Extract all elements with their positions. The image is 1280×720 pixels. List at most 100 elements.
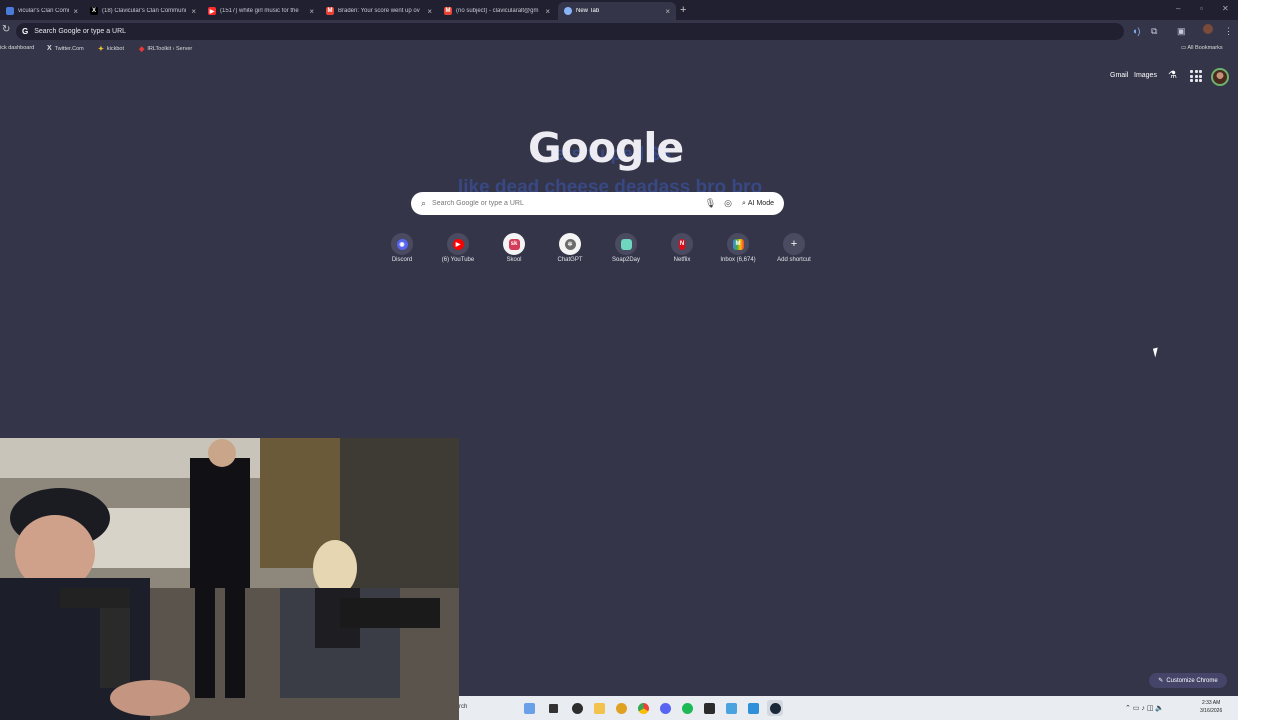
tab-x-clan-community[interactable]: X (18) Clavicular's Clan Communi × [84, 2, 202, 20]
gmail-link[interactable]: Gmail [1110, 72, 1128, 79]
steam-icon[interactable] [767, 700, 783, 716]
x-logo-icon: X [47, 45, 52, 52]
chrome-icon[interactable] [635, 700, 651, 716]
webcam-scene [0, 438, 459, 720]
kickbot-icon: ✦ [98, 46, 104, 53]
shortcut-label: Discord [391, 257, 413, 263]
shortcut-netflix[interactable]: N Netflix [654, 233, 710, 263]
address-bar[interactable]: G Search Google or type a URL [16, 23, 1124, 40]
tab-youtube-music[interactable]: ▶ (1517) white girl music for the × [202, 2, 320, 20]
labs-flask-icon[interactable]: ⚗ [1168, 70, 1177, 81]
close-icon[interactable]: × [427, 7, 432, 16]
bookmark-label: IRLToolkit › Server [147, 46, 193, 52]
folder-icon[interactable] [591, 700, 607, 716]
obs-icon[interactable] [569, 700, 585, 716]
address-bar-text[interactable]: Search Google or type a URL [34, 28, 126, 35]
bookmark-irltoolkit[interactable]: ◆ IRLToolkit › Server [139, 45, 192, 53]
tab-label: (18) Clavicular's Clan Communi [102, 8, 187, 14]
bookmark-label: ick dashboard [0, 45, 35, 51]
account-avatar[interactable] [1211, 68, 1229, 86]
audio-playing-icon[interactable]: ◖) [1132, 26, 1140, 36]
ai-mode-button[interactable]: ⌕ AI Mode [742, 200, 774, 208]
mouse-cursor-icon [1152, 347, 1161, 358]
customize-chrome-button[interactable]: ✎ Customize Chrome [1149, 673, 1227, 688]
tab-gmail-braden[interactable]: M Braden: Your score went up ov × [320, 2, 438, 20]
notepad-icon[interactable] [723, 700, 739, 716]
shortcut-skool[interactable]: sk Skool [486, 233, 542, 263]
shortcut-tile: + [783, 233, 805, 255]
reload-icon[interactable]: ↻ [2, 24, 10, 35]
tab-label: (1517) white girl music for the [220, 8, 299, 14]
youtube-icon: ▶ [452, 238, 464, 250]
shortcut-label: Skool [506, 257, 522, 263]
system-tray-icons[interactable]: ⌃ ▭ ♪ ◫ 🔈 [1125, 704, 1164, 712]
shortcut-label: ChatGPT [557, 257, 583, 263]
toolbar: ↻ G Search Google or type a URL ◖) ⧉ ▣ ⋮ [0, 20, 1238, 42]
new-tab-button[interactable]: + [680, 4, 686, 16]
google-g-icon: G [22, 27, 29, 36]
shortcut-add[interactable]: + Add shortcut [766, 233, 822, 263]
close-icon[interactable]: × [665, 7, 670, 16]
shortcut-inbox[interactable]: M Inbox (6,674) [710, 233, 766, 263]
microphone-icon[interactable]: 🎙 [705, 198, 716, 209]
extensions-icon[interactable]: ⧉ [1151, 26, 1157, 37]
taskbar-search[interactable]: rch [459, 704, 467, 710]
irltoolkit-icon: ◆ [139, 46, 145, 53]
all-bookmarks-label: All Bookmarks [1187, 45, 1223, 51]
gmail-icon: M [326, 7, 334, 15]
soap2day-icon [620, 238, 632, 250]
shortcut-youtube[interactable]: ▶ (6) YouTube [430, 233, 486, 263]
google-apps-icon[interactable] [1190, 70, 1202, 82]
menu-kebab-icon[interactable]: ⋮ [1224, 26, 1233, 37]
shortcut-discord[interactable]: ◉ Discord [374, 233, 430, 263]
bookmark-dashboard[interactable]: ick dashboard [0, 45, 34, 51]
side-panel-icon[interactable]: ▣ [1177, 26, 1186, 37]
youtube-icon: ▶ [208, 7, 216, 15]
chatgpt-icon: ✲ [564, 238, 576, 250]
browser-window: vicular's Clan Communit × X (18) Clavicu… [0, 0, 1238, 720]
search-box[interactable]: ⌕ 🎙 ◎ ⌕ AI Mode [411, 192, 784, 215]
close-icon[interactable]: × [309, 7, 314, 16]
close-window-button[interactable]: ✕ [1222, 4, 1229, 13]
bookmark-label: Twitter.Com [54, 45, 84, 52]
close-icon[interactable]: × [73, 7, 78, 16]
clock-date: 3/16/2026 [1200, 708, 1223, 714]
skool-icon: sk [508, 238, 520, 250]
ai-mode-icon: ⌕ [742, 199, 746, 207]
profile-icon[interactable] [1203, 24, 1213, 34]
gmail-icon: M [444, 7, 452, 15]
taskbar-clock[interactable]: 2:33 AM 3/16/2026 [1200, 699, 1222, 715]
photos-icon[interactable] [745, 700, 761, 716]
tab-clan-community[interactable]: vicular's Clan Communit × [0, 2, 84, 20]
discord-icon[interactable] [657, 700, 673, 716]
shortcut-soap2day[interactable]: Soap2Day [598, 233, 654, 263]
shortcut-chatgpt[interactable]: ✲ ChatGPT [542, 233, 598, 263]
shortcut-tile [615, 233, 637, 255]
spotify-icon[interactable] [679, 700, 695, 716]
images-link[interactable]: Images [1134, 72, 1157, 79]
screen-edge-strip [1238, 0, 1280, 720]
minimize-button[interactable]: – [1176, 4, 1180, 13]
tab-strip: vicular's Clan Communit × X (18) Clavicu… [0, 0, 1238, 20]
bookmark-twitter[interactable]: X Twitter.Com [47, 45, 84, 52]
bookmark-label: kickbot [106, 46, 124, 52]
shortcut-tile: N [671, 233, 693, 255]
tab-new-tab[interactable]: New Tab × [558, 2, 676, 20]
maximize-button[interactable]: ▫ [1200, 4, 1203, 13]
task-view-icon[interactable] [545, 700, 561, 716]
shortcut-label: Inbox (6,674) [720, 257, 756, 263]
search-input[interactable] [432, 200, 697, 207]
chrome-canary-icon[interactable] [613, 700, 629, 716]
shortcut-tile: M [727, 233, 749, 255]
bookmark-kickbot[interactable]: ✦ kickbot [98, 45, 124, 53]
clock-time: 2:33 AM [1201, 700, 1221, 706]
terminal-icon[interactable] [701, 700, 717, 716]
gmail-icon: M [732, 238, 744, 250]
media-app-icon[interactable] [521, 700, 537, 716]
close-icon[interactable]: × [191, 7, 196, 16]
google-lens-icon[interactable]: ◎ [724, 198, 732, 209]
tab-label: vicular's Clan Communit [18, 8, 69, 14]
tab-gmail-no-subject[interactable]: M (no subject) - clavicularalt@gm × [438, 2, 556, 20]
close-icon[interactable]: × [545, 7, 550, 16]
all-bookmarks-button[interactable]: ▭ All Bookmarks [1181, 45, 1223, 51]
